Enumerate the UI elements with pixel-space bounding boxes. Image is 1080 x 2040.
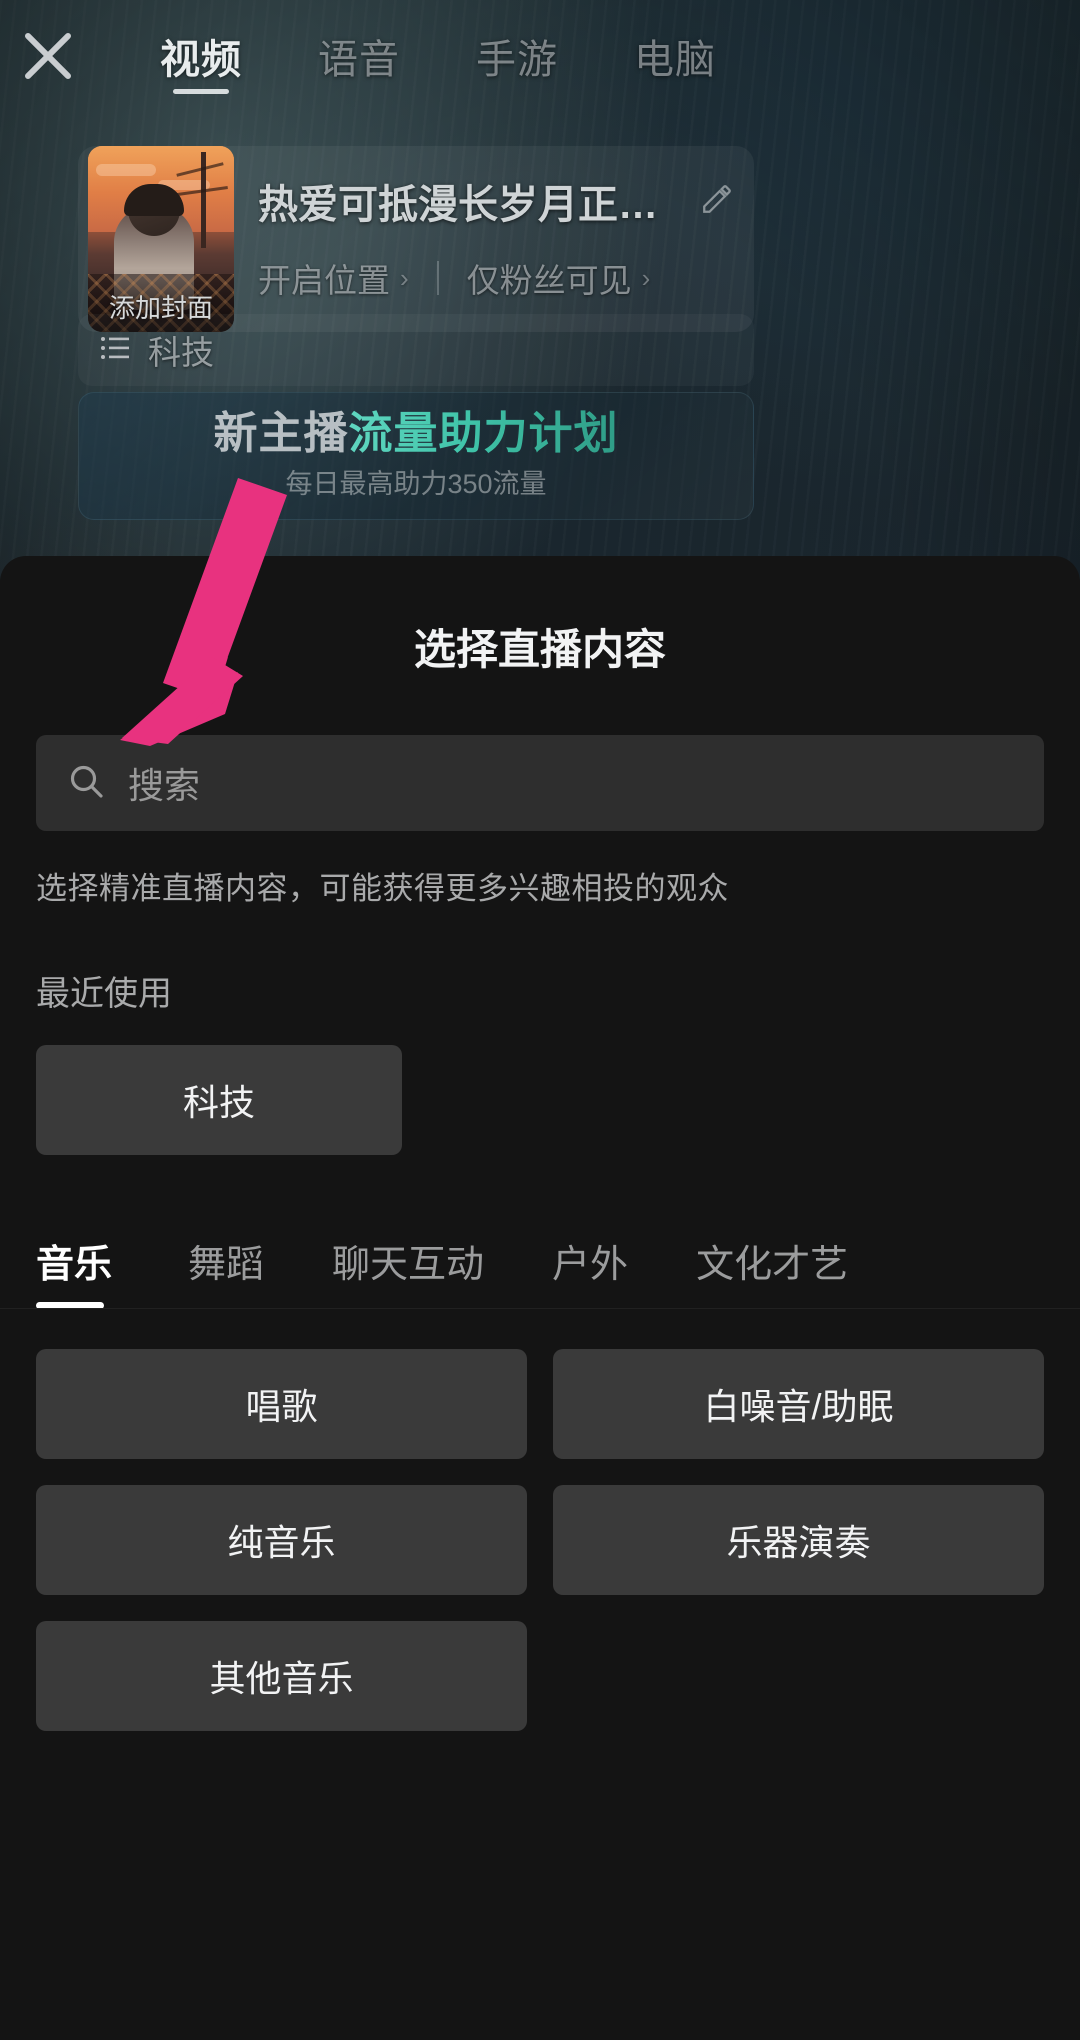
category-label: 科技	[148, 334, 214, 371]
subcategory-grid: 唱歌 白噪音/助眠 纯音乐 乐器演奏 其他音乐	[36, 1349, 1044, 1731]
chevron-right-icon: ›	[641, 262, 651, 293]
grid-item[interactable]: 白噪音/助眠	[553, 1349, 1044, 1459]
category-row[interactable]: 科技	[78, 314, 754, 386]
location-toggle[interactable]: 开启位置 ›	[258, 254, 409, 302]
tab-video[interactable]: 视频	[122, 0, 280, 112]
title-row: 热爱可抵漫长岁月正在直播	[258, 172, 734, 230]
recent-list: 科技	[36, 1045, 1044, 1155]
live-title[interactable]: 热爱可抵漫长岁月正在直播	[258, 172, 686, 230]
content-picker-sheet: 选择直播内容 搜索 选择精准直播内容，可能获得更多兴趣相投的观众 最近使用 科技…	[0, 556, 1080, 2040]
grid-item[interactable]: 纯音乐	[36, 1485, 527, 1595]
grid-item[interactable]: 其他音乐	[36, 1621, 527, 1731]
tab-dance[interactable]: 舞蹈	[154, 1213, 298, 1308]
search-input[interactable]: 搜索	[36, 735, 1044, 831]
cover-cloud	[96, 164, 156, 176]
promo-banner[interactable]: 新主播流量助力计划 每日最高助力350流量	[78, 392, 754, 520]
promo-subtitle: 每日最高助力350流量	[285, 468, 547, 499]
meta-divider	[436, 261, 439, 295]
promo-title-gradient: 流量助力计划	[348, 408, 619, 458]
meta-row: 开启位置 › 仅粉丝可见 ›	[258, 254, 734, 302]
search-hint: 选择精准直播内容，可能获得更多兴趣相投的观众	[36, 871, 729, 906]
search-placeholder: 搜索	[128, 765, 201, 806]
recent-section-label: 最近使用	[36, 975, 172, 1013]
tab-music[interactable]: 音乐	[36, 1213, 154, 1308]
grid-item[interactable]: 乐器演奏	[553, 1485, 1044, 1595]
tab-voice[interactable]: 语音	[280, 0, 438, 112]
list-item[interactable]: 科技	[36, 1045, 402, 1155]
tab-pc[interactable]: 电脑	[596, 0, 754, 112]
grid-item[interactable]: 唱歌	[36, 1349, 527, 1459]
setup-card-body: 热爱可抵漫长岁月正在直播 开启位置 › 仅粉丝可见 ›	[234, 146, 754, 332]
category-tabs: 音乐 舞蹈 聊天互动 户外 文化才艺	[0, 1213, 1080, 1309]
tab-outdoor[interactable]: 户外	[518, 1213, 662, 1308]
promo-title-white: 新主播	[213, 408, 349, 458]
chevron-right-icon: ›	[400, 262, 409, 293]
mode-tabs: 视频 语音 手游 电脑	[122, 0, 754, 112]
live-setup-card: 添加封面 热爱可抵漫长岁月正在直播 开启位置 › 仅粉丝可见 ›	[78, 146, 754, 332]
sheet-title: 选择直播内容	[413, 626, 666, 673]
search-icon	[66, 761, 106, 806]
close-icon[interactable]	[0, 0, 96, 112]
location-label: 开启位置	[258, 262, 390, 299]
pencil-icon[interactable]	[700, 182, 734, 221]
visibility-selector[interactable]: 仅粉丝可见 ›	[467, 254, 651, 302]
list-icon	[100, 335, 130, 366]
tab-mobile-game[interactable]: 手游	[438, 0, 596, 112]
top-bar: 视频 语音 手游 电脑	[0, 0, 1080, 112]
promo-title: 新主播流量助力计划	[213, 408, 619, 458]
tab-culture[interactable]: 文化才艺	[662, 1213, 882, 1308]
visibility-label: 仅粉丝可见	[466, 262, 632, 299]
tab-chat[interactable]: 聊天互动	[298, 1213, 518, 1308]
cover-thumbnail[interactable]: 添加封面	[88, 146, 234, 332]
